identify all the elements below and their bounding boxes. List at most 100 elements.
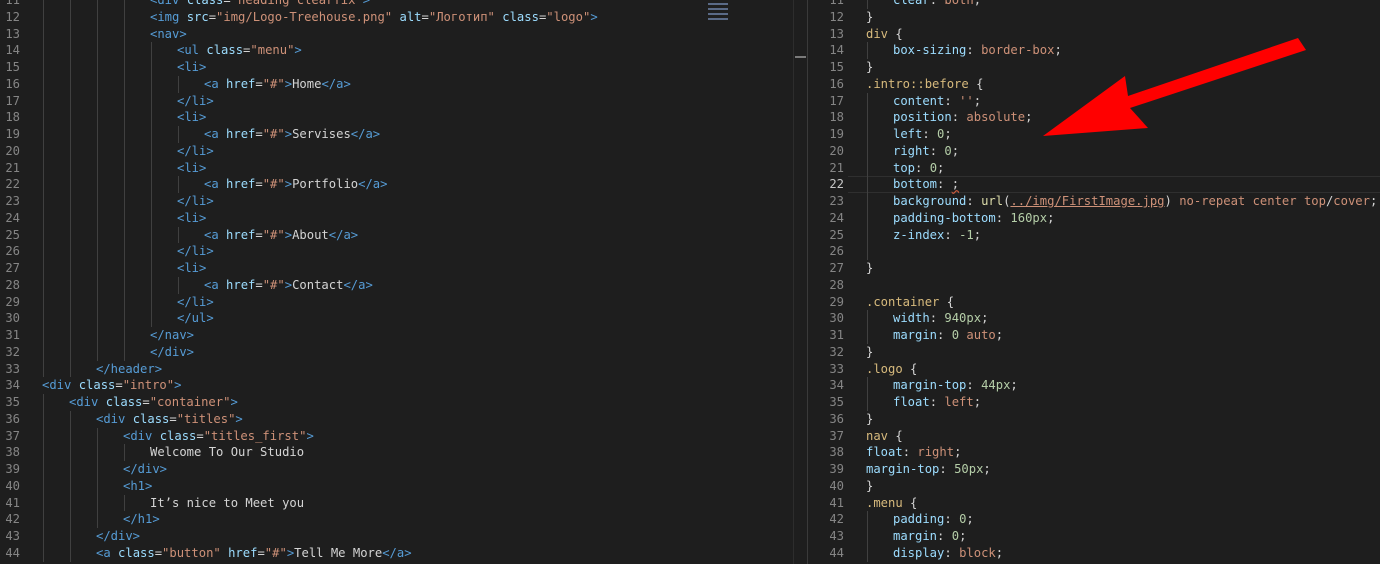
code-line[interactable]: 26 [808, 243, 1380, 260]
code-line[interactable]: 39 </div> [0, 461, 793, 478]
code-line[interactable]: 18 position: absolute; [808, 109, 1380, 126]
code-line[interactable]: 41 It’s nice to Meet you [0, 494, 793, 512]
code-line[interactable]: 44 <a class="button" href="#">Tell Me Mor… [0, 544, 793, 562]
code-token: </a> [328, 227, 359, 242]
code-line[interactable]: 19 <a href="#">Servises</a> [0, 126, 793, 143]
code-line[interactable]: 11 <div class="heading clearfix"> [0, 0, 793, 9]
editor-scrollbar[interactable] [793, 0, 808, 564]
code-text: width: 940px; [866, 310, 988, 327]
line-number: 33 [5, 361, 20, 376]
code-line[interactable]: 28 [808, 277, 1380, 294]
code-line[interactable]: 17 content: ''; [808, 92, 1380, 110]
code-line[interactable]: 21 <li> [0, 159, 793, 177]
code-line[interactable]: 24 padding-bottom: 160px; [808, 209, 1380, 227]
code-line[interactable]: 31 margin: 0 auto; [808, 327, 1380, 344]
code-line[interactable]: 12} [808, 9, 1380, 26]
code-line[interactable]: 11 clear: both; [808, 0, 1380, 9]
code-line[interactable]: 38 Welcome To Our Studio [0, 444, 793, 461]
code-line[interactable]: 24 <li> [0, 209, 793, 227]
code-line[interactable]: 36} [808, 411, 1380, 428]
code-line[interactable]: 15 <li> [0, 59, 793, 76]
code-line[interactable]: 32 </div> [0, 343, 793, 361]
code-line[interactable]: 32} [808, 344, 1380, 361]
code-line[interactable]: 33 .logo { [808, 361, 1380, 378]
code-line[interactable]: 35 <div class="container"> [0, 394, 793, 411]
code-line[interactable]: 23 background: url(../img/FirstImage.jpg)… [808, 193, 1380, 210]
code-line[interactable]: 21 top: 0; [808, 159, 1380, 177]
code-token: "Логотип" [428, 9, 495, 24]
code-line[interactable]: 18 <li> [0, 109, 793, 126]
code-line[interactable]: 40} [808, 478, 1380, 495]
code-token: href [226, 227, 256, 242]
code-line[interactable]: 28 <a href="#">Contact</a> [0, 276, 793, 294]
code-line[interactable]: 13 <nav> [0, 25, 793, 43]
code-line[interactable]: 25 <a href="#">About</a> [0, 226, 793, 244]
code-token: ; [1025, 110, 1033, 125]
code-line[interactable]: 13 div { [808, 26, 1380, 43]
code-line[interactable]: 29 .container { [808, 294, 1380, 311]
code-line[interactable]: 19 left: 0; [808, 126, 1380, 143]
code-token: > [294, 43, 302, 58]
code-token: ; [937, 160, 945, 175]
code-line[interactable]: 42 </h1> [0, 511, 793, 528]
code-token: : [944, 512, 960, 527]
line-number: 37 [829, 428, 844, 443]
code-line[interactable]: 20 </li> [0, 142, 793, 160]
code-line[interactable]: 12 <img src="img/Logo-Treehouse.png" alt=… [0, 8, 793, 26]
code-line[interactable]: 22 <a href="#">Portfolio</a> [0, 176, 793, 193]
line-number: 12 [5, 9, 20, 24]
line-number: 23 [829, 194, 844, 208]
code-token: <li> [177, 261, 207, 275]
code-line[interactable]: 40 <h1> [0, 477, 793, 495]
code-line[interactable]: 44 display: block; [808, 544, 1380, 562]
code-line[interactable]: 26 </li> [0, 243, 793, 260]
code-line[interactable]: 39 margin-top: 50px; [808, 461, 1380, 478]
css-editor-pane[interactable]: 11 clear: both; 12} 13 div {14 box-sizing: bo… [808, 0, 1380, 564]
code-line[interactable]: 27 <li> [0, 260, 793, 277]
css-code-lines[interactable]: 11 clear: both; 12} 13 div {14 box-sizing: bo… [808, 0, 1380, 562]
code-line[interactable]: 37 nav { [808, 428, 1380, 445]
code-token: { [888, 26, 903, 41]
code-line[interactable]: 43 </div> [0, 528, 793, 545]
code-line[interactable]: 16 <a href="#">Home</a> [0, 75, 793, 93]
code-line[interactable]: 35 float: left; [808, 394, 1380, 411]
code-line[interactable]: 20 right: 0; [808, 142, 1380, 160]
html-code-lines[interactable]: 11 <div class="heading clearfix"> 12 <img s… [0, 0, 793, 562]
code-line[interactable]: 17 </li> [0, 92, 793, 110]
code-line[interactable]: 30 </ul> [0, 310, 793, 327]
code-line[interactable]: 14 <ul class="menu"> [0, 42, 793, 59]
code-line[interactable]: 16 .intro::before { [808, 76, 1380, 93]
code-line[interactable]: 43 margin: 0; [808, 528, 1380, 545]
code-token: "#" [264, 545, 287, 560]
code-token: { [902, 495, 918, 510]
code-line[interactable]: 36 <div class="titles"> [0, 410, 793, 428]
code-line[interactable]: 23 </li> [0, 193, 793, 210]
code-token: : [995, 210, 1011, 225]
code-token: "#" [262, 177, 285, 192]
code-line[interactable]: 34 margin-top: 44px; [808, 377, 1380, 394]
code-line[interactable]: 31 </nav> [0, 327, 793, 344]
code-token: > [284, 227, 293, 242]
code-token: : [966, 194, 982, 208]
code-token: "intro" [122, 378, 175, 393]
code-line[interactable]: 22 bottom: ; [808, 176, 1380, 194]
code-token: ; [983, 462, 991, 476]
code-line[interactable]: 29 </li> [0, 293, 793, 311]
code-line[interactable]: 37 <div class="titles_first"> [0, 427, 793, 445]
minimap[interactable] [708, 0, 734, 30]
code-text: clear: both; [866, 0, 981, 9]
code-token: </div> [96, 529, 141, 543]
code-line[interactable]: 14 box-sizing: border-box; [808, 42, 1380, 59]
code-line[interactable]: 38 float: right; [808, 444, 1380, 461]
code-line[interactable]: 34 <div class="intro"> [0, 377, 793, 394]
code-token: class [118, 545, 155, 560]
code-line[interactable]: 41 .menu { [808, 495, 1380, 512]
code-line[interactable]: 15} [808, 59, 1380, 76]
code-token: right [893, 143, 930, 158]
code-line[interactable]: 42 padding: 0; [808, 511, 1380, 528]
code-line[interactable]: 30 width: 940px; [808, 310, 1380, 327]
code-line[interactable]: 33 </header> [0, 360, 793, 378]
html-editor-pane[interactable]: 11 <div class="heading clearfix"> 12 <img s… [0, 0, 793, 564]
code-line[interactable]: 27} [808, 260, 1380, 277]
code-line[interactable]: 25 z-index: -1; [808, 226, 1380, 244]
